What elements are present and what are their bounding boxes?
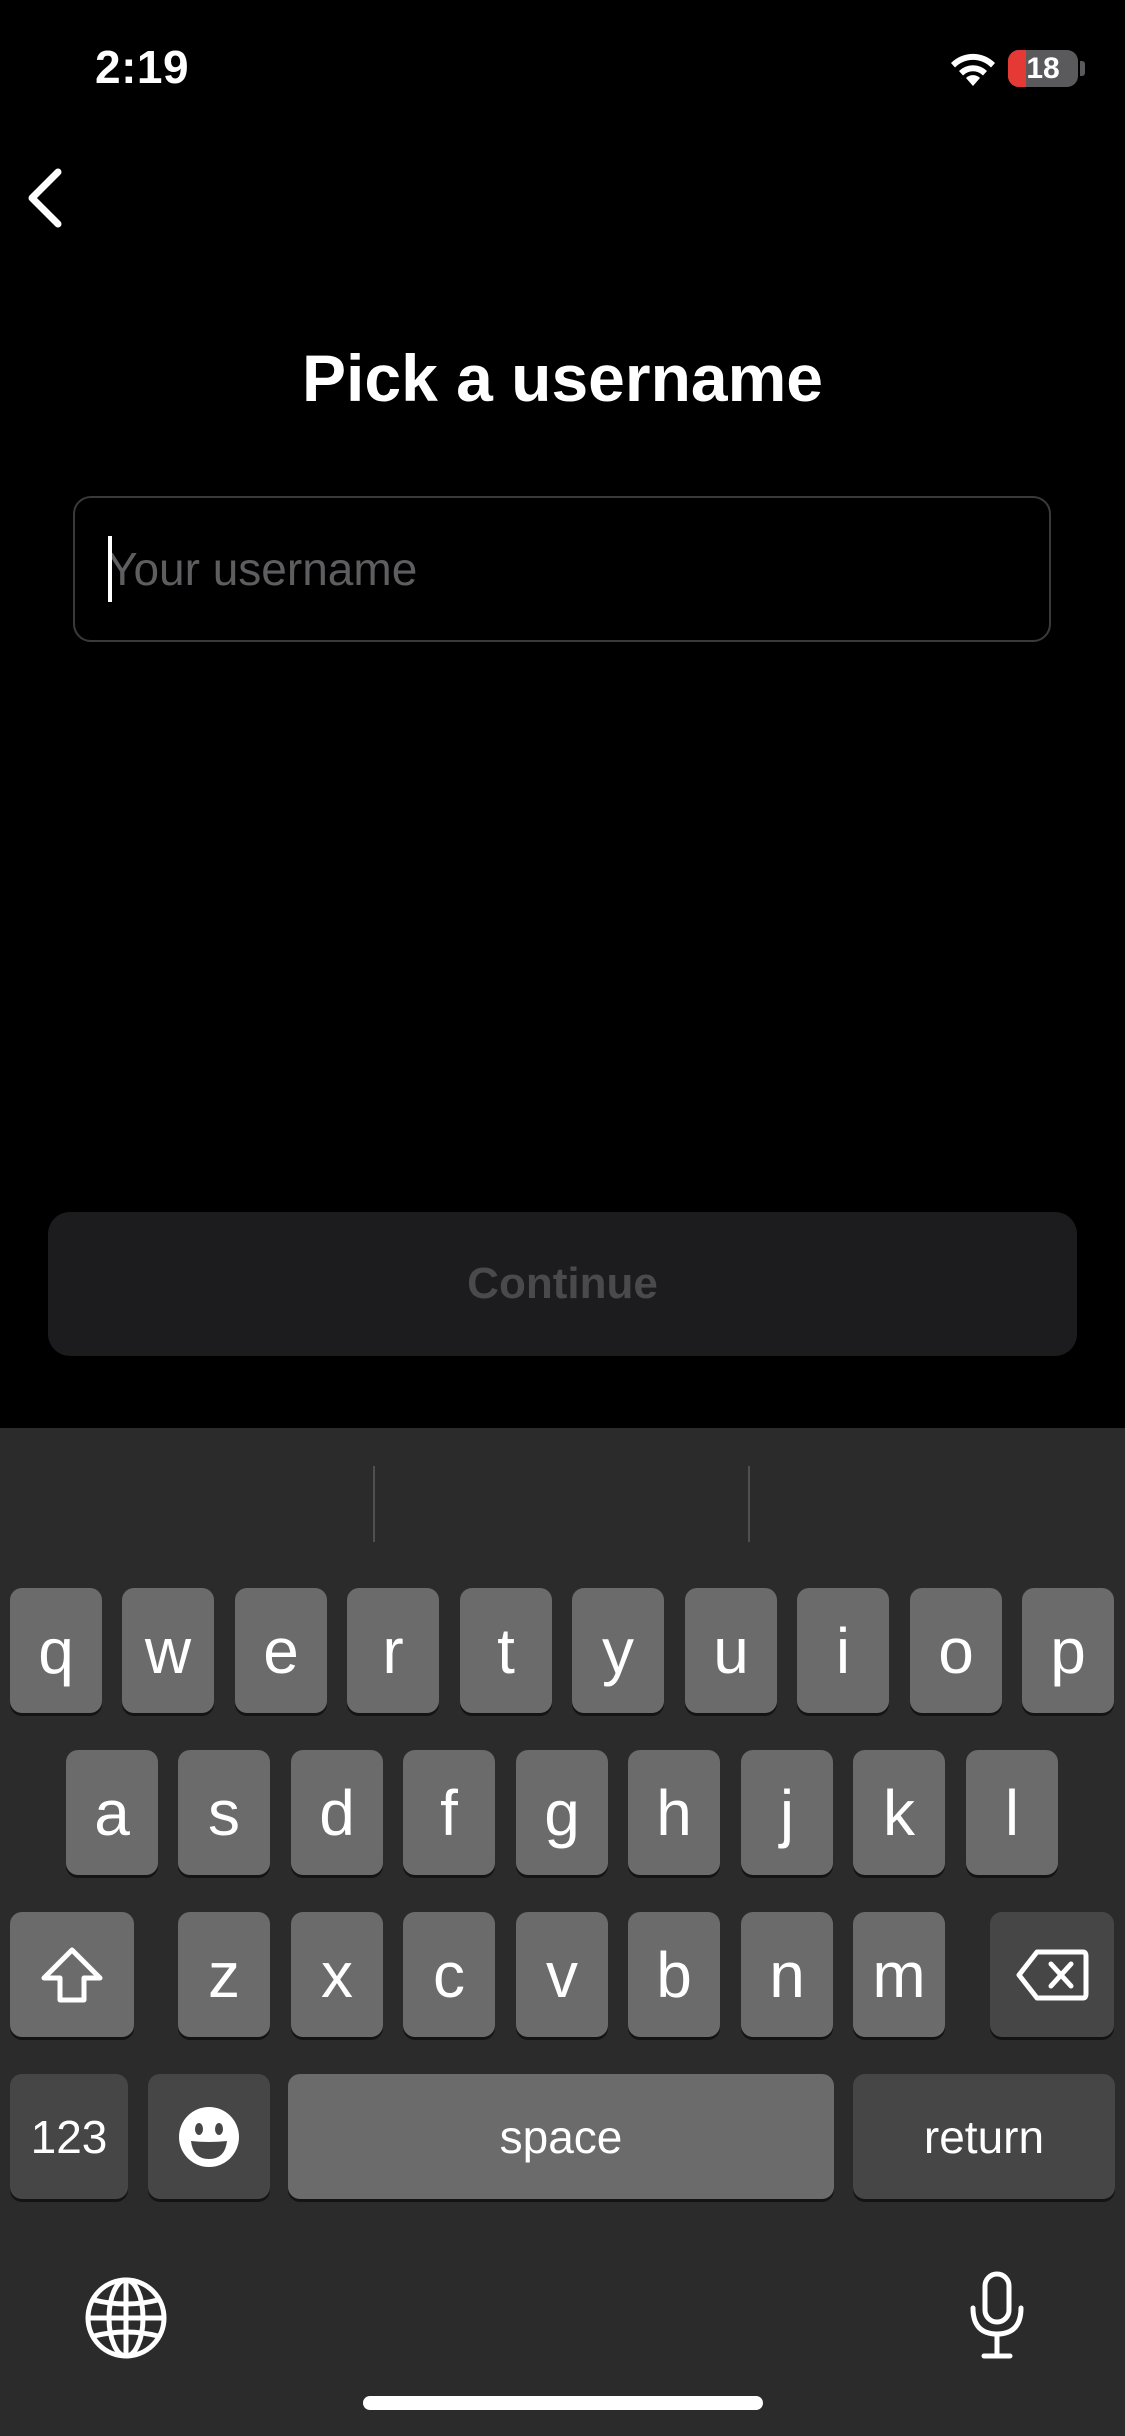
key-h[interactable]: h [628, 1750, 720, 1875]
microphone-icon [970, 2271, 1024, 2359]
key-t[interactable]: t [460, 1588, 552, 1713]
globe-icon [85, 2277, 167, 2359]
status-time: 2:19 [95, 41, 190, 93]
numbers-key[interactable]: 123 [10, 2074, 128, 2199]
battery-tip [1080, 61, 1085, 76]
username-input[interactable] [107, 498, 1007, 640]
key-n[interactable]: n [741, 1912, 833, 2037]
key-m[interactable]: m [853, 1912, 945, 2037]
delete-key[interactable] [990, 1912, 1114, 2037]
key-r[interactable]: r [347, 1588, 439, 1713]
key-i[interactable]: i [797, 1588, 889, 1713]
shift-icon [41, 1947, 103, 2002]
username-field[interactable] [73, 496, 1051, 642]
back-button[interactable] [22, 166, 70, 230]
globe-button[interactable] [84, 2276, 168, 2365]
keyboard: q w e r t y u i o p a s d f g h j k l z … [0, 1428, 1125, 2436]
key-p[interactable]: p [1022, 1588, 1114, 1713]
chevron-left-icon [28, 168, 62, 228]
key-a[interactable]: a [66, 1750, 158, 1875]
key-u[interactable]: u [685, 1588, 777, 1713]
key-w[interactable]: w [122, 1588, 214, 1713]
key-b[interactable]: b [628, 1912, 720, 2037]
space-key[interactable]: space [288, 2074, 834, 2199]
suggestion-divider [748, 1466, 750, 1542]
battery-level: 18 [1026, 52, 1060, 85]
emoji-icon [179, 2106, 239, 2167]
return-key[interactable]: return [853, 2074, 1115, 2199]
key-x[interactable]: x [291, 1912, 383, 2037]
key-g[interactable]: g [516, 1750, 608, 1875]
continue-button[interactable]: Continue [48, 1212, 1077, 1356]
shift-key[interactable] [10, 1912, 134, 2037]
key-o[interactable]: o [910, 1588, 1002, 1713]
backspace-icon [1016, 1949, 1089, 2000]
text-caret [108, 536, 112, 602]
key-e[interactable]: e [235, 1588, 327, 1713]
key-f[interactable]: f [403, 1750, 495, 1875]
key-q[interactable]: q [10, 1588, 102, 1713]
key-l[interactable]: l [966, 1750, 1058, 1875]
page-title: Pick a username [302, 341, 823, 415]
key-j[interactable]: j [741, 1750, 833, 1875]
emoji-key[interactable] [148, 2074, 270, 2199]
key-v[interactable]: v [516, 1912, 608, 2037]
key-z[interactable]: z [178, 1912, 270, 2037]
home-indicator[interactable] [363, 2396, 763, 2410]
suggestion-divider [373, 1466, 375, 1542]
key-y[interactable]: y [572, 1588, 664, 1713]
key-k[interactable]: k [853, 1750, 945, 1875]
wifi-icon [948, 50, 998, 88]
battery-indicator: 18 [1008, 50, 1078, 87]
dictation-button[interactable] [966, 2270, 1028, 2367]
key-d[interactable]: d [291, 1750, 383, 1875]
key-c[interactable]: c [403, 1912, 495, 2037]
key-s[interactable]: s [178, 1750, 270, 1875]
